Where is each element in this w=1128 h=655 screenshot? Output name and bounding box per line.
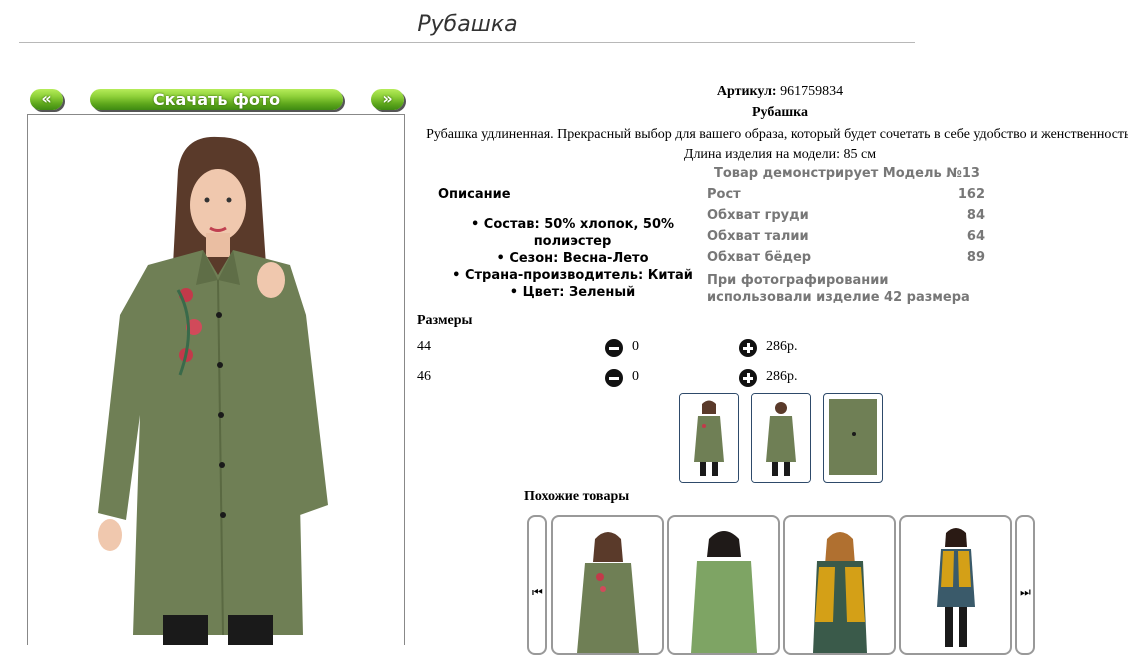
next-photo-button[interactable]: » (371, 89, 404, 110)
model-in-shirt-illustration (98, 136, 328, 645)
similar-product-4-image (937, 528, 975, 647)
carousel-prev-button[interactable]: ⏮ (527, 515, 547, 655)
thumbnail-front-image (680, 394, 738, 482)
quantity-value: 0 (632, 339, 639, 354)
sizes-heading: Размеры (417, 313, 473, 328)
model-row-label: Обхват талии (707, 229, 809, 244)
similar-product-3[interactable] (783, 515, 896, 655)
sku-value: 961759834 (780, 84, 844, 99)
thumbnail-back-image (752, 394, 810, 482)
page-title: Рубашка (417, 12, 518, 37)
model-row-label: Обхват бёдер (707, 250, 812, 265)
plus-circle-icon[interactable] (739, 339, 757, 357)
description-item: • Страна-производитель: Китай (452, 268, 693, 283)
size-price: 286р. (766, 369, 798, 384)
thumbnail-front[interactable] (679, 393, 739, 483)
similar-product-2-image (691, 531, 757, 653)
similar-products-heading: Похожие товары (524, 489, 630, 504)
similar-product-2[interactable] (667, 515, 780, 655)
model-row-waist: Обхват талии 64 (707, 229, 985, 244)
thumbnail-fabric[interactable] (823, 393, 883, 483)
model-note: При фотографировании использовали издели… (707, 273, 970, 305)
download-photo-button[interactable]: Скачать фото (90, 89, 343, 110)
model-row-height: Рост 162 (707, 187, 985, 202)
size-label: 46 (417, 369, 431, 384)
similar-product-1-image (577, 532, 639, 653)
model-row-label: Рост (707, 187, 741, 202)
carousel-next-button[interactable]: ⏭ (1015, 515, 1035, 655)
sku-label: Артикул: (716, 84, 777, 99)
minus-circle-icon[interactable] (605, 369, 623, 387)
similar-product-3-image (813, 532, 867, 653)
minus-circle-icon[interactable] (605, 339, 623, 357)
main-product-photo[interactable] (27, 114, 405, 645)
quantity-value: 0 (632, 369, 639, 384)
model-row-hips: Обхват бёдер 89 (707, 250, 985, 265)
thumbnail-back[interactable] (751, 393, 811, 483)
carousel-next-icon: ⏭ (1020, 585, 1031, 599)
similar-product-4[interactable] (899, 515, 1012, 655)
thumbnail-fabric-image (829, 399, 877, 475)
size-row: 46 0 286р. (417, 369, 837, 389)
sku-line: Артикул: 961759834 (420, 84, 1128, 100)
prev-photo-button[interactable]: « (30, 89, 63, 110)
size-price: 286р. (766, 339, 798, 354)
title-divider (19, 42, 915, 43)
model-row-label: Обхват груди (707, 208, 809, 223)
similar-product-1[interactable] (551, 515, 664, 655)
description-list: • Состав: 50% хлопок, 50% полиэстер • Се… (430, 216, 715, 301)
model-row-value: 84 (966, 208, 985, 223)
size-row: 44 0 286р. (417, 339, 837, 359)
model-row-value: 89 (966, 250, 985, 265)
model-row-value: 64 (966, 229, 985, 244)
plus-circle-icon[interactable] (739, 369, 757, 387)
product-description: Рубашка удлиненная. Прекрасный выбор для… (426, 127, 1128, 162)
description-item: • Сезон: Весна-Лето (496, 251, 649, 266)
description-item: • Цвет: Зеленый (509, 285, 636, 300)
carousel-prev-icon: ⏮ (532, 585, 543, 599)
product-name: Рубашка (751, 105, 809, 120)
model-row-chest: Обхват груди 84 (707, 208, 985, 223)
size-label: 44 (417, 339, 431, 354)
model-heading: Товар демонстрирует Модель №13 (714, 166, 980, 181)
model-row-value: 162 (957, 187, 985, 202)
description-item: • Состав: 50% хлопок, 50% полиэстер (470, 217, 675, 249)
description-heading: Описание (438, 187, 511, 202)
